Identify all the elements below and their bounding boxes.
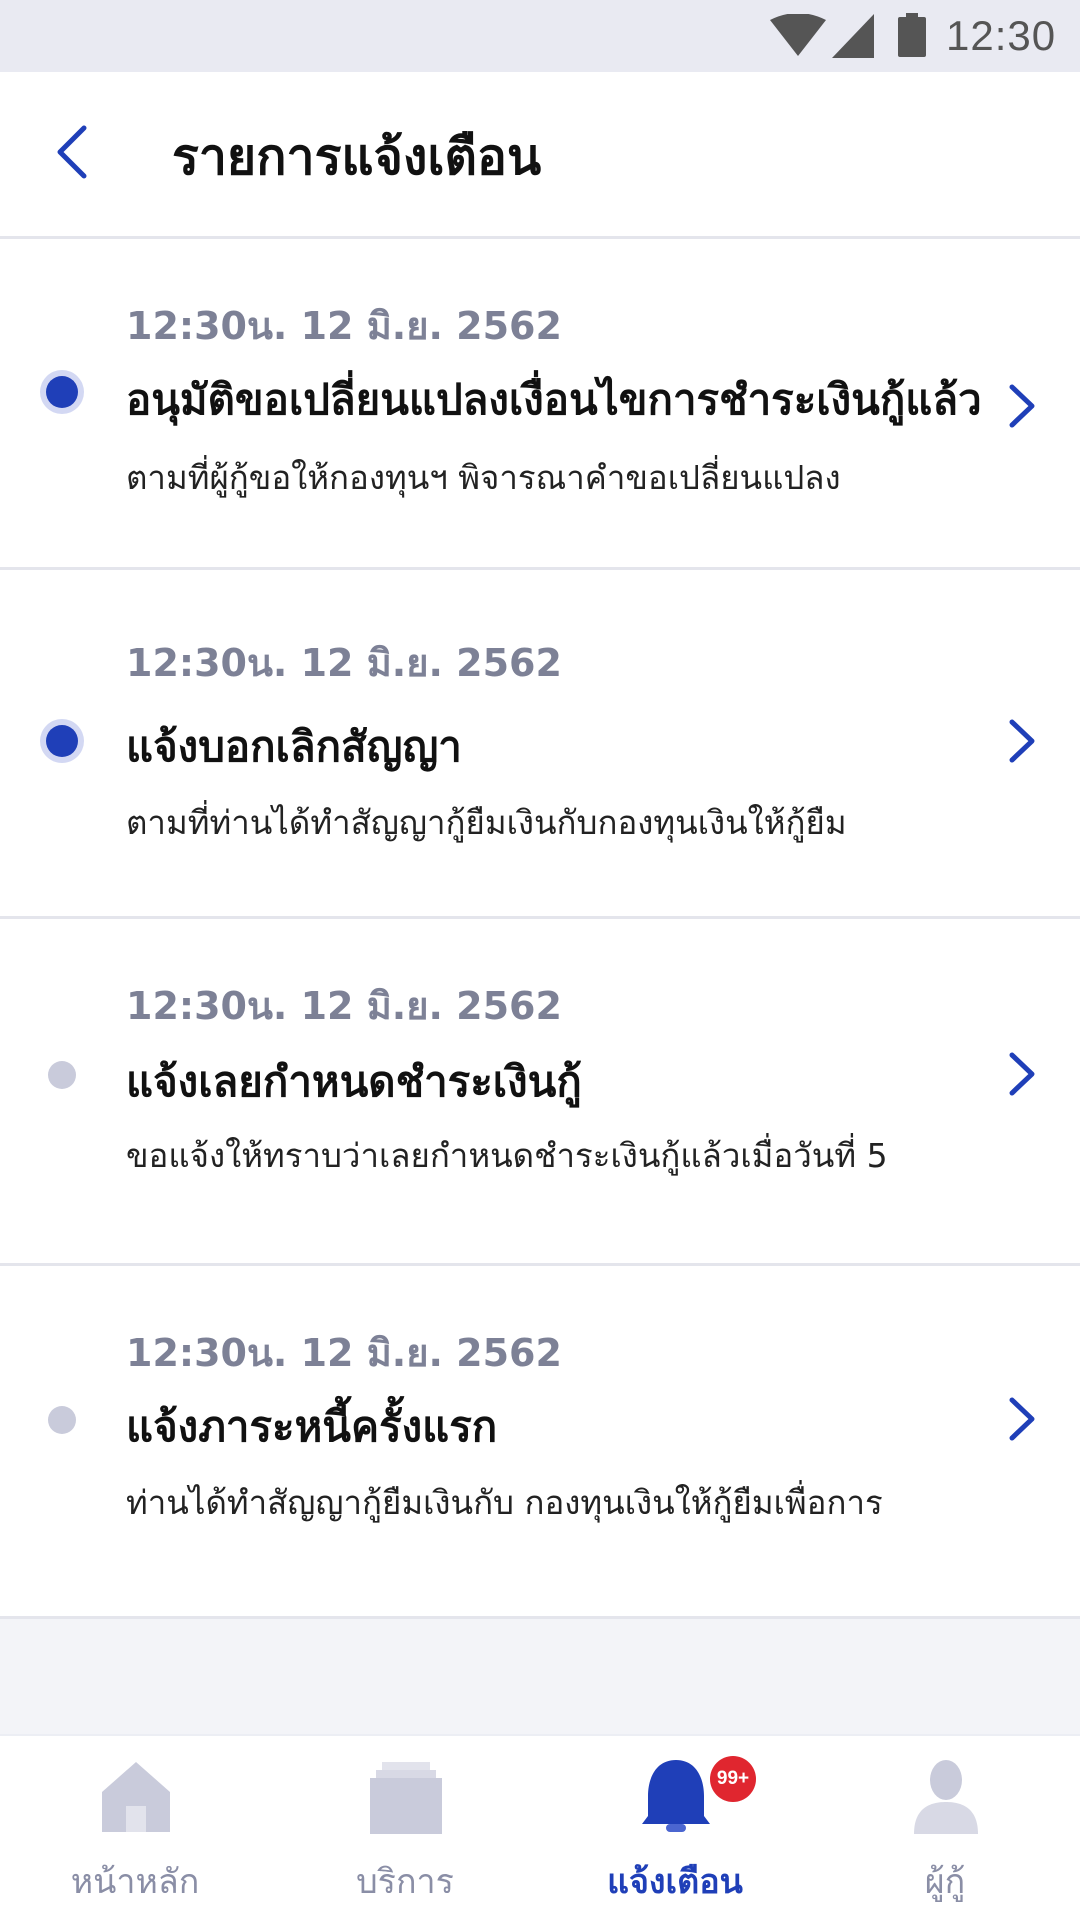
tab-label: บริการ xyxy=(356,1862,454,1902)
notification-list: 12:30น. 12 มิ.ย. 2562 อนุมัติขอเปลี่ยนแป… xyxy=(0,239,1080,1619)
battery-icon xyxy=(898,13,926,57)
read-dot xyxy=(48,1406,76,1434)
tab-label: หน้าหลัก xyxy=(70,1862,200,1902)
services-icon xyxy=(370,1762,442,1834)
tab-label: แจ้งเตือน xyxy=(607,1862,743,1902)
bell-icon xyxy=(642,1760,710,1832)
chevron-right-icon xyxy=(1009,719,1035,763)
notification-item[interactable]: 12:30น. 12 มิ.ย. 2562 แจ้งบอกเลิกสัญญา ต… xyxy=(0,570,1080,919)
notification-description: ขอแจ้งให้ทราบว่าเลยกำหนดชำระเงินกู้แล้วเ… xyxy=(126,1136,888,1175)
tab-label: ผู้กู้ xyxy=(924,1862,966,1902)
chevron-right-icon xyxy=(1009,1052,1035,1096)
notification-badge: 99+ xyxy=(710,1756,756,1802)
notification-title: แจ้งบอกเลิกสัญญา xyxy=(126,722,462,771)
app-header: รายการแจ้งเตือน xyxy=(0,72,1080,239)
tab-services[interactable]: บริการ xyxy=(270,1736,540,1922)
unread-dot xyxy=(46,725,78,757)
chevron-right-icon xyxy=(1009,384,1035,428)
chevron-left-icon[interactable] xyxy=(46,122,106,182)
user-icon xyxy=(914,1760,978,1834)
notification-item[interactable]: 12:30น. 12 มิ.ย. 2562 แจ้งภาระหนี้ครั้งแ… xyxy=(0,1266,1080,1619)
notification-description: ตามที่ท่านได้ทำสัญญากู้ยืมเงินกับกองทุนเ… xyxy=(126,803,847,842)
page-title: รายการแจ้งเตือน xyxy=(172,128,542,186)
read-dot xyxy=(48,1061,76,1089)
notification-time: 12:30น. 12 มิ.ย. 2562 xyxy=(126,641,562,685)
notification-item[interactable]: 12:30น. 12 มิ.ย. 2562 อนุมัติขอเปลี่ยนแป… xyxy=(0,239,1080,570)
signal-icon xyxy=(832,14,874,58)
notification-title: แจ้งภาระหนี้ครั้งแรก xyxy=(126,1402,498,1451)
wifi-icon xyxy=(770,14,826,56)
chevron-right-icon xyxy=(1009,1397,1035,1441)
tab-notifications[interactable]: 99+ แจ้งเตือน xyxy=(540,1736,810,1922)
status-bar: 12:30 xyxy=(0,0,1080,72)
bottom-nav: หน้าหลัก บริการ 99+ แจ้งเตือน ผู้กู้ xyxy=(0,1734,1080,1922)
notification-time: 12:30น. 12 มิ.ย. 2562 xyxy=(126,1331,562,1375)
notification-time: 12:30น. 12 มิ.ย. 2562 xyxy=(126,984,562,1028)
status-time: 12:30 xyxy=(946,12,1057,59)
unread-dot xyxy=(46,376,78,408)
notification-title: แจ้งเลยกำหนดชำระเงินกู้ xyxy=(126,1057,582,1106)
notification-description: ท่านได้ทำสัญญากู้ยืมเงินกับ กองทุนเงินให… xyxy=(126,1483,883,1522)
notification-description: ตามที่ผู้กู้ขอให้กองทุนฯ พิจารณาคำขอเปลี… xyxy=(126,458,841,497)
notification-title: อนุมัติขอเปลี่ยนแปลงเงื่อนไขการชำระเงินก… xyxy=(126,375,982,424)
home-icon xyxy=(102,1762,170,1832)
notification-time: 12:30น. 12 มิ.ย. 2562 xyxy=(126,304,562,348)
tab-borrower[interactable]: ผู้กู้ xyxy=(810,1736,1080,1922)
notification-item[interactable]: 12:30น. 12 มิ.ย. 2562 แจ้งเลยกำหนดชำระเง… xyxy=(0,919,1080,1266)
tab-home[interactable]: หน้าหลัก xyxy=(0,1736,270,1922)
